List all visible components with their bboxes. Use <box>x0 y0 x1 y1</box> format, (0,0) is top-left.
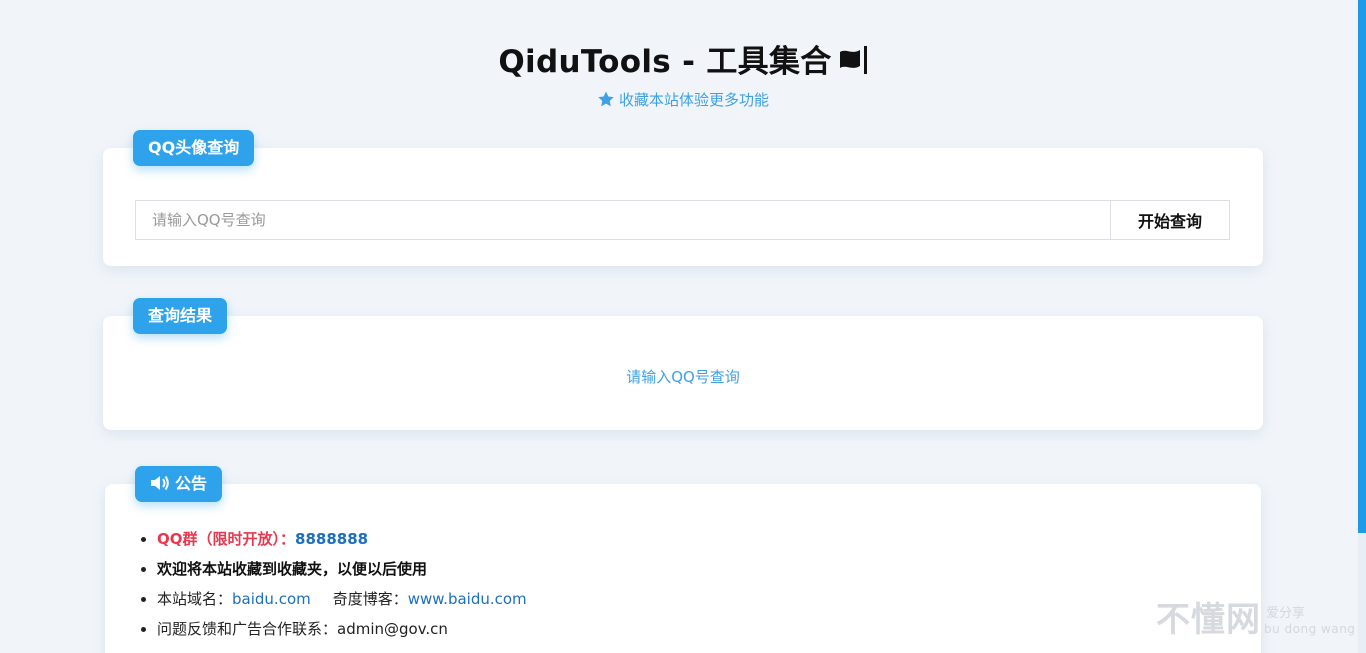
blog-label: 奇度博客： <box>332 590 408 608</box>
start-query-button[interactable]: 开始查询 <box>1110 201 1229 239</box>
site-header: QiduTools - 工具集合 收藏本站体验更多功能 <box>0 40 1366 114</box>
query-result-badge: 查询结果 <box>133 298 228 334</box>
page: QiduTools - 工具集合 收藏本站体验更多功能 开始查询 QQ头像查询 … <box>0 0 1366 653</box>
qq-group-value[interactable]: 8888888 <box>295 530 368 548</box>
list-item: 问题反馈和广告合作联系：admin@gov.cn <box>157 614 527 644</box>
list-item: 欢迎将本站收藏到收藏夹，以便以后使用 <box>157 554 527 584</box>
notice-badge-label: 公告 <box>175 474 208 493</box>
notice-list: QQ群（限时开放）：8888888 欢迎将本站收藏到收藏夹，以便以后使用 本站域… <box>135 524 527 644</box>
list-item: QQ群（限时开放）：8888888 <box>157 524 527 554</box>
domain-link[interactable]: baidu.com <box>232 590 311 608</box>
qq-group-label: QQ群（限时开放）： <box>157 530 296 548</box>
notice-badge: 公告 <box>135 466 223 505</box>
domain-label: 本站域名： <box>157 590 233 608</box>
qq-number-input[interactable] <box>136 201 1110 239</box>
query-result-card: 请输入QQ号查询 <box>103 316 1263 430</box>
avatar-lookup-badge: QQ头像查询 <box>133 130 255 166</box>
avatar-lookup-card: 开始查询 <box>103 148 1263 266</box>
blog-link[interactable]: www.baidu.com <box>408 590 527 608</box>
contact-text: 问题反馈和广告合作联系：admin@gov.cn <box>157 620 448 638</box>
search-row: 开始查询 <box>135 200 1230 240</box>
notice-card: QQ群（限时开放）：8888888 欢迎将本站收藏到收藏夹，以便以后使用 本站域… <box>105 484 1261 653</box>
speaker-icon <box>150 469 170 505</box>
favorite-notice: 欢迎将本站收藏到收藏夹，以便以后使用 <box>157 560 428 578</box>
flag-icon <box>838 42 868 86</box>
list-item: 本站域名：baidu.com 奇度博客：www.baidu.com <box>157 584 527 614</box>
star-icon <box>597 90 615 114</box>
site-title-row: QiduTools - 工具集合 <box>0 40 1366 86</box>
site-title: QiduTools - 工具集合 <box>498 44 832 80</box>
watermark-top: 爱分享 <box>1266 606 1306 621</box>
site-subtitle-row[interactable]: 收藏本站体验更多功能 <box>0 89 1366 114</box>
watermark-bottom: bu dong wang <box>1264 622 1356 636</box>
watermark-main: 不懂网 <box>1156 600 1261 640</box>
result-message: 请输入QQ号查询 <box>626 368 740 386</box>
site-subtitle: 收藏本站体验更多功能 <box>618 91 769 109</box>
watermark: 不懂网 爱分享 bu dong wang <box>1156 598 1356 648</box>
